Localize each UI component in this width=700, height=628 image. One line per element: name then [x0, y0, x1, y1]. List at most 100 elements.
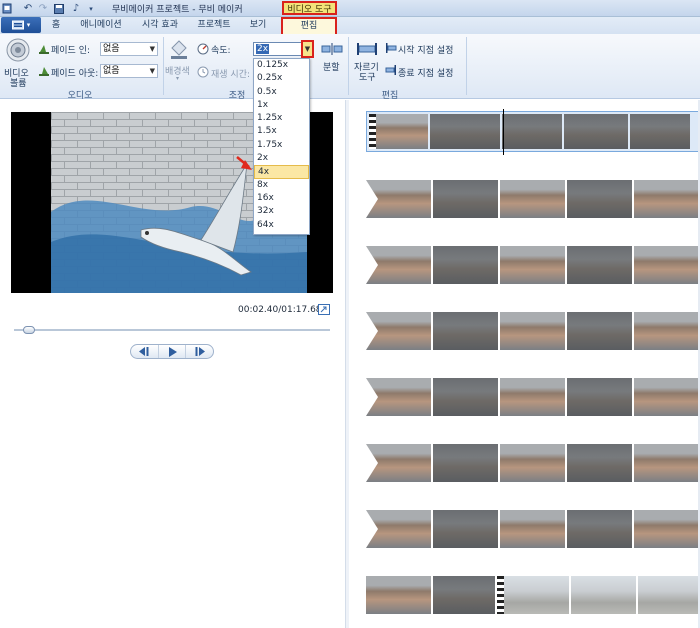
speed-option[interactable]: 8x: [254, 179, 309, 192]
clip-strip[interactable]: [366, 576, 700, 614]
clip-strip[interactable]: [366, 246, 700, 284]
storyboard-pane: [349, 100, 700, 628]
next-frame-button[interactable]: [186, 345, 213, 358]
speed-option[interactable]: 0.25x: [254, 72, 309, 85]
clip-strip[interactable]: [366, 312, 700, 350]
tab-edit[interactable]: 편집: [281, 17, 337, 35]
fade-in-icon: [39, 45, 49, 54]
clip-strip[interactable]: [366, 378, 700, 416]
file-menu-button[interactable]: ▾: [1, 17, 41, 33]
fade-out-select[interactable]: 없음 ▼: [100, 64, 158, 78]
clip-thumbnail: [634, 378, 699, 416]
group-separator: [348, 37, 349, 95]
clip-thumbnail: [433, 180, 498, 218]
set-start-point-button[interactable]: 시작 지점 설정: [385, 42, 465, 56]
clip-strip[interactable]: [366, 510, 700, 548]
clip-thumbnail: [634, 510, 699, 548]
ribbon: 비디오 볼륨 페이드 인: 없음 ▼ 페이드 아웃: 없음 ▼ 오디오 배경색 …: [0, 34, 700, 101]
previous-frame-button[interactable]: [131, 345, 158, 358]
trim-tool-button[interactable]: 자르기 도구: [352, 40, 382, 84]
speed-option[interactable]: 0.125x: [254, 59, 309, 72]
end-point-icon: [385, 65, 396, 75]
ribbon-tab-strip: ▾ 홈 애니메이션 시각 효과 프로젝트 보기 편집: [0, 17, 700, 35]
tab-project[interactable]: 프로젝트: [193, 18, 235, 33]
save-icon[interactable]: [53, 2, 65, 15]
clip-thumbnail: [567, 510, 632, 548]
clip-thumbnail: [567, 444, 632, 482]
speed-dropdown-button[interactable]: ▼: [301, 40, 314, 58]
trim-icon: [357, 43, 377, 55]
speed-option[interactable]: 64x: [254, 219, 309, 232]
clip-thumbnail: [567, 180, 632, 218]
seek-bar[interactable]: [14, 326, 330, 335]
video-volume-button[interactable]: 비디오 볼륨: [3, 37, 33, 89]
seek-thumb[interactable]: [23, 326, 36, 334]
video-volume-label-line2: 볼륨: [10, 79, 27, 89]
playback-time: 00:02.40/01:17.68: [238, 305, 322, 315]
customize-qat-icon[interactable]: ▾: [86, 2, 96, 15]
fade-in-select[interactable]: 없음 ▼: [100, 42, 158, 56]
duration-label: 재생 시간:: [211, 70, 251, 80]
speed-option[interactable]: 16x: [254, 192, 309, 205]
speed-label: 속도:: [211, 46, 231, 56]
fullscreen-button[interactable]: [318, 304, 330, 315]
clip-thumbnail: [634, 312, 699, 350]
split-label: 분할: [323, 63, 340, 73]
start-point-icon: [386, 43, 397, 53]
clip-strip[interactable]: [366, 444, 700, 482]
clip-thumbnail: [430, 114, 500, 149]
redo-icon[interactable]: ↷: [37, 2, 49, 15]
clip-thumbnail: [433, 444, 498, 482]
clip-thumbnail: [634, 246, 699, 284]
speed-option[interactable]: 32x: [254, 205, 309, 218]
clip-thumbnail: [366, 444, 431, 482]
tab-view[interactable]: 보기: [243, 18, 273, 33]
speed-value: 2x: [256, 44, 270, 54]
clip-thumbnail: [500, 378, 565, 416]
set-end-point-button[interactable]: 종료 지점 설정: [385, 64, 465, 79]
chevron-down-icon: ▾: [176, 75, 180, 82]
speed-option[interactable]: 1x: [254, 99, 309, 112]
speed-option[interactable]: 1.75x: [254, 139, 309, 152]
expand-icon: [318, 304, 330, 315]
speed-option[interactable]: 2x: [254, 152, 309, 165]
fade-out-value: 없음: [103, 66, 120, 76]
group-separator: [163, 37, 164, 95]
video-tools-context-header: 비디오 도구: [282, 1, 337, 15]
speed-option[interactable]: 1.25x: [254, 112, 309, 125]
clip-thumbnail: [366, 576, 431, 614]
split-icon: [321, 43, 343, 55]
playhead[interactable]: [503, 109, 504, 155]
music-note-icon[interactable]: ♪: [70, 2, 82, 15]
fade-in-value: 없음: [103, 44, 120, 54]
speed-option[interactable]: 4x: [254, 165, 309, 179]
clip-thumbnail: [500, 180, 565, 218]
app-icon[interactable]: [2, 2, 12, 15]
clip-thumbnail: [433, 312, 498, 350]
clip-strip[interactable]: [366, 180, 700, 218]
speed-option[interactable]: 1.5x: [254, 125, 309, 138]
clip-thumbnail: [366, 312, 431, 350]
clip-thumbnail: [500, 312, 565, 350]
clip-thumbnail: [500, 444, 565, 482]
title-bar: ↶ ↷ ♪ ▾ 무비메이커 프로젝트 - 무비 메이커 비디오 도구: [0, 0, 700, 17]
clip-thumbnail: [500, 510, 565, 548]
play-button[interactable]: [157, 345, 187, 358]
clip-thumbnail: [567, 378, 632, 416]
tab-home[interactable]: 홈: [44, 18, 68, 33]
set-end-point-label: 종료 지점 설정: [398, 69, 454, 79]
file-menu-icon: [11, 20, 24, 30]
clip-thumbnail: [433, 378, 498, 416]
background-color-button[interactable]: 배경색 ▾: [165, 38, 193, 82]
tab-animation[interactable]: 애니메이션: [75, 18, 127, 33]
undo-icon[interactable]: ↶: [22, 2, 34, 15]
tab-visual-effects[interactable]: 시각 효과: [136, 18, 184, 33]
selected-clip[interactable]: [366, 109, 700, 155]
previous-frame-icon: [139, 347, 149, 356]
window-title: 무비메이커 프로젝트 - 무비 메이커: [112, 5, 243, 15]
clip-thumbnail: [564, 114, 628, 149]
clip-thumbnail: [376, 114, 428, 149]
clip-thumbnail: [366, 180, 431, 218]
speed-option[interactable]: 0.5x: [254, 86, 309, 99]
split-button[interactable]: 분할: [318, 40, 346, 80]
